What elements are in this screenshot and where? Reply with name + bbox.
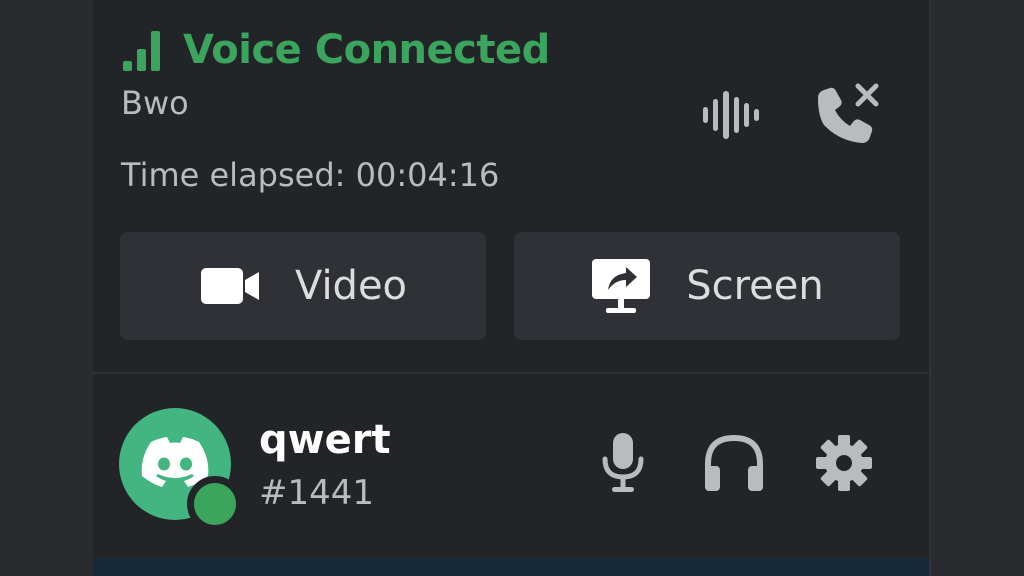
section-divider (93, 372, 929, 374)
voice-status-text: Voice Connected (183, 27, 550, 73)
disconnect-button[interactable] (811, 78, 883, 148)
voice-user-panel: Voice Connected Bwo Time elapsed: 00:04:… (93, 0, 931, 576)
time-elapsed: Time elapsed: 00:04:16 (121, 156, 500, 194)
gear-icon (816, 435, 872, 491)
signal-bars-icon (123, 31, 160, 71)
video-button[interactable]: Video (120, 232, 486, 340)
bottom-edge-strip (93, 558, 929, 576)
online-status-dot (187, 476, 243, 532)
username[interactable]: qwert (259, 420, 391, 460)
video-camera-icon (200, 268, 259, 304)
voice-channel-name[interactable]: Bwo (121, 85, 189, 121)
user-settings-button[interactable] (809, 428, 879, 498)
phone-disconnect-icon (818, 83, 879, 143)
screen-share-button[interactable]: Screen (514, 232, 900, 340)
video-button-label: Video (294, 263, 408, 309)
screen-share-icon (592, 259, 651, 313)
voice-status-header[interactable]: Voice Connected (121, 24, 550, 76)
microphone-icon (602, 433, 644, 492)
screen-button-label: Screen (686, 263, 824, 309)
user-discriminator: #1441 (259, 473, 375, 513)
app-window: Voice Connected Bwo Time elapsed: 00:04:… (0, 0, 1024, 576)
sound-waveform-icon (703, 91, 759, 139)
voice-connection-section: Voice Connected Bwo Time elapsed: 00:04:… (93, 0, 929, 372)
headphones-icon (705, 434, 763, 491)
deafen-headset-button[interactable] (699, 428, 769, 498)
mute-microphone-button[interactable] (593, 428, 653, 498)
noise-suppression-button[interactable] (699, 82, 765, 148)
